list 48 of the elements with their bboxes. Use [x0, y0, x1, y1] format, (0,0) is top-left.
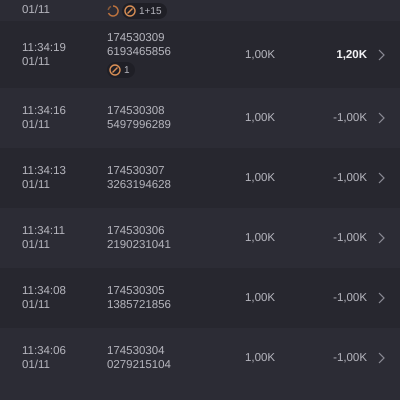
hash-text: 1385721856 — [107, 298, 172, 312]
time-text: 11:34:08 — [22, 284, 67, 298]
round-id: 174530307 — [107, 164, 166, 178]
result-amount: -1,00K — [332, 172, 367, 184]
hash-text: 0279215104 — [107, 358, 172, 372]
time-text: 11:34:19 — [22, 40, 67, 54]
chevron-icon[interactable] — [378, 172, 385, 184]
date-text: 01/11 — [22, 178, 51, 192]
date-text: 01/11 — [22, 2, 51, 16]
bet-amount: 1,00K — [245, 292, 276, 304]
chevron-icon[interactable] — [378, 112, 385, 124]
result-amount: -1,00K — [332, 352, 367, 364]
bet-amount: 1,00K — [245, 112, 276, 124]
hash-text: 6193465856 — [107, 45, 172, 59]
round-id: 174530304 — [107, 344, 166, 358]
result-amount: -1,00K — [332, 292, 367, 304]
round-id: 174530308 — [107, 104, 166, 118]
bet-amount: 1,00K — [245, 232, 276, 244]
date-text: 01/11 — [22, 118, 51, 132]
bet-amount: 1,00K — [245, 48, 276, 60]
result-amount: 1,20K — [335, 48, 367, 60]
bet-amount: 1,00K — [245, 352, 276, 364]
bet-amount: 1,00K — [245, 172, 276, 184]
date-text: 01/11 — [22, 298, 51, 312]
date-text: 01/11 — [22, 54, 51, 68]
chevron-icon[interactable] — [378, 352, 385, 364]
hash-text: 5497996289 — [107, 118, 172, 132]
count-badge: 1 — [107, 62, 135, 78]
time-text: 11:34:11 — [22, 224, 66, 238]
round-id: 174530305 — [107, 284, 166, 298]
chevron-icon[interactable] — [378, 232, 385, 244]
time-text: 11:34:16 — [22, 104, 67, 118]
count-badge: 1+15 — [122, 3, 167, 19]
ball-icon — [124, 5, 136, 17]
chevron-icon[interactable] — [378, 292, 385, 304]
ball-icon — [109, 64, 121, 76]
hash-text: 2190231041 — [107, 238, 172, 252]
result-amount: -1,00K — [332, 112, 367, 124]
round-id: 174530306 — [107, 224, 166, 238]
chevron-icon[interactable] — [378, 48, 385, 60]
result-amount: -1,00K — [332, 232, 367, 244]
hash-text: 3263194628 — [107, 178, 172, 192]
date-text: 01/11 — [22, 238, 51, 252]
time-text: 11:34:06 — [22, 344, 67, 358]
round-id: 174530309 — [107, 31, 166, 45]
spinner-icon — [107, 5, 119, 17]
time-text: 11:34:13 — [22, 164, 67, 178]
date-text: 01/11 — [22, 358, 51, 372]
